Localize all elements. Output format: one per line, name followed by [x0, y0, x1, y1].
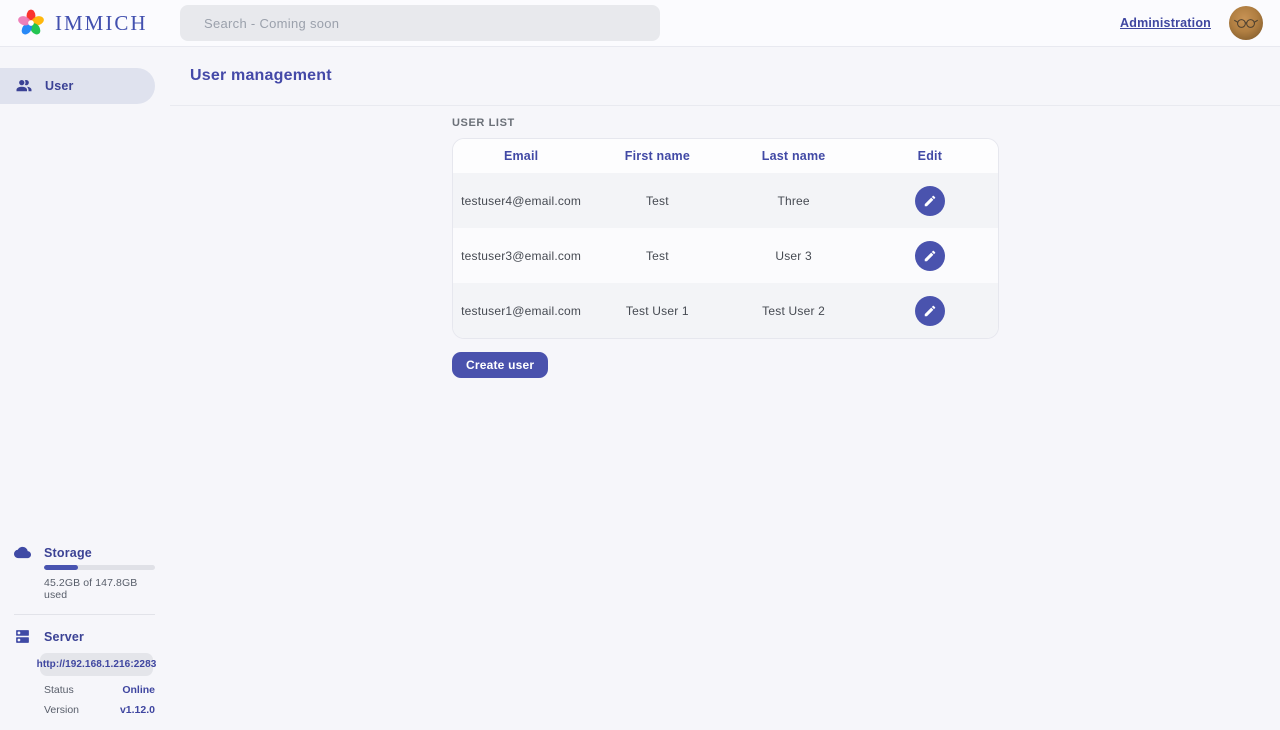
immich-logo: IMMICH [0, 7, 180, 39]
edit-user-button[interactable] [915, 186, 945, 216]
sidebar: User Storage 45.2GB of 147.8GB used Serv… [0, 47, 170, 730]
server-icon [14, 628, 31, 645]
column-header-edit: Edit [862, 149, 998, 163]
create-user-button[interactable]: Create user [452, 352, 548, 378]
version-value: v1.12.0 [120, 704, 155, 716]
server-status-row: Status Online [44, 684, 155, 696]
status-value: Online [122, 684, 155, 696]
cell-first-name: Test User 1 [589, 304, 725, 318]
storage-usage-text: 45.2GB of 147.8GB used [44, 577, 155, 601]
edit-user-button[interactable] [915, 296, 945, 326]
search-input[interactable] [180, 5, 660, 41]
pencil-icon [923, 194, 937, 208]
cell-email: testuser1@email.com [453, 304, 589, 318]
table-row: testuser3@email.com Test User 3 [453, 228, 998, 283]
pencil-icon [923, 249, 937, 263]
storage-progress-fill [44, 565, 78, 570]
cell-first-name: Test [589, 249, 725, 263]
glasses-icon [1233, 17, 1259, 30]
user-list-section: USER LIST Email First name Last name Edi… [452, 117, 999, 378]
cell-edit [862, 186, 998, 216]
topbar-right: Administration [1120, 6, 1280, 40]
storage-progress-bar [44, 565, 155, 570]
cell-edit [862, 241, 998, 271]
column-header-last-name: Last name [726, 149, 862, 163]
sidebar-item-label: User [45, 79, 74, 93]
main-content: User management USER LIST Email First na… [170, 47, 1280, 730]
page-header: User management [170, 47, 1280, 106]
administration-link[interactable]: Administration [1120, 16, 1211, 30]
sidebar-divider [14, 614, 155, 615]
cell-email: testuser3@email.com [453, 249, 589, 263]
edit-user-button[interactable] [915, 241, 945, 271]
server-title: Server [44, 630, 84, 644]
pencil-icon [923, 304, 937, 318]
cell-email: testuser4@email.com [453, 194, 589, 208]
column-header-email: Email [453, 149, 589, 163]
page-title: User management [190, 67, 332, 85]
version-label: Version [44, 704, 79, 716]
users-icon [15, 77, 33, 95]
server-url-pill: http://192.168.1.216:2283 [40, 653, 153, 676]
cell-last-name: Test User 2 [726, 304, 862, 318]
cell-first-name: Test [589, 194, 725, 208]
section-label: USER LIST [452, 117, 999, 129]
table-header-row: Email First name Last name Edit [453, 139, 998, 173]
server-header: Server [14, 628, 155, 645]
cell-last-name: Three [726, 194, 862, 208]
user-table: Email First name Last name Edit testuser… [452, 138, 999, 339]
cloud-icon [14, 544, 31, 561]
status-label: Status [44, 684, 74, 696]
server-version-row: Version v1.12.0 [44, 704, 155, 716]
cell-edit [862, 296, 998, 326]
server-url: http://192.168.1.216:2283 [37, 659, 157, 670]
sidebar-item-user[interactable]: User [0, 68, 155, 104]
top-bar: IMMICH Administration [0, 0, 1280, 47]
brand-name: IMMICH [55, 11, 148, 36]
immich-flower-icon [15, 7, 47, 39]
sidebar-footer: Storage 45.2GB of 147.8GB used Server ht… [14, 544, 155, 716]
table-row: testuser4@email.com Test Three [453, 173, 998, 228]
table-row: testuser1@email.com Test User 1 Test Use… [453, 283, 998, 338]
cell-last-name: User 3 [726, 249, 862, 263]
user-avatar[interactable] [1229, 6, 1263, 40]
storage-header: Storage [14, 544, 155, 561]
column-header-first-name: First name [589, 149, 725, 163]
storage-title: Storage [44, 546, 92, 560]
